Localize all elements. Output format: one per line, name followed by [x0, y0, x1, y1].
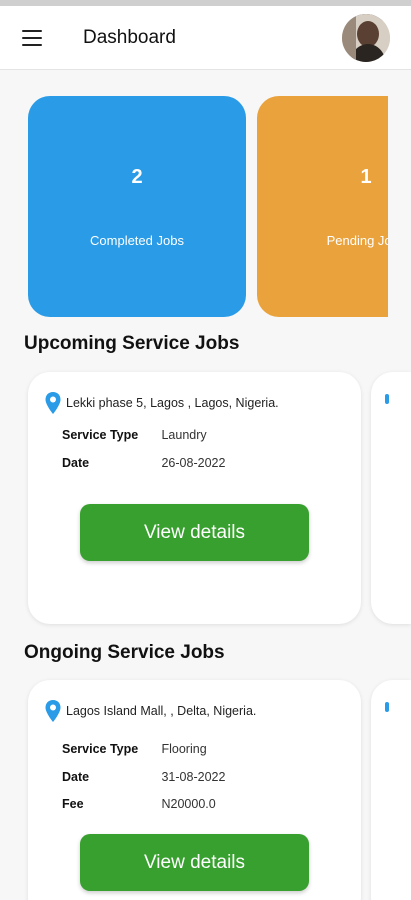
upcoming-section-title: Upcoming Service Jobs	[24, 333, 240, 354]
location-pin-icon	[385, 394, 389, 404]
hamburger-menu-icon[interactable]	[22, 30, 44, 48]
fee-row: Fee N20000.0	[62, 797, 216, 811]
completed-jobs-card[interactable]: 2 Completed Jobs	[28, 96, 246, 317]
location-text: Lekki phase 5, Lagos , Lagos, Nigeria.	[66, 396, 279, 410]
view-details-button[interactable]: View details	[80, 504, 309, 561]
date-value: 31-08-2022	[161, 770, 226, 784]
job-location: Lagos Island Mall, , Delta, Nigeria.	[44, 699, 256, 723]
date-row: Date 26-08-2022	[62, 456, 225, 470]
ongoing-job-card[interactable]: Lagos Island Mall, , Delta, Nigeria. Ser…	[28, 680, 361, 900]
date-label: Date	[62, 770, 90, 784]
user-avatar[interactable]	[342, 14, 390, 62]
page-title: Dashboard	[83, 27, 176, 48]
service-type-row: Service Type Laundry	[62, 428, 207, 442]
next-ongoing-job-card[interactable]	[371, 680, 411, 900]
upcoming-job-card[interactable]: Lekki phase 5, Lagos , Lagos, Nigeria. S…	[28, 372, 361, 624]
service-type-value: Flooring	[161, 742, 207, 756]
pending-jobs-label: Pending Jobs	[326, 233, 388, 248]
date-value: 26-08-2022	[161, 456, 226, 470]
view-details-button[interactable]: View details	[80, 834, 309, 891]
date-label: Date	[62, 456, 90, 470]
completed-jobs-count: 2	[131, 166, 143, 188]
service-type-value: Laundry	[161, 428, 207, 442]
location-text: Lagos Island Mall, , Delta, Nigeria.	[66, 704, 257, 718]
job-location: Lekki phase 5, Lagos , Lagos, Nigeria.	[44, 391, 279, 415]
location-pin-icon	[45, 700, 61, 722]
next-upcoming-job-card[interactable]	[371, 372, 411, 624]
fee-value: N20000.0	[161, 797, 216, 811]
location-pin-icon	[45, 392, 61, 414]
app-bar: Dashboard	[0, 6, 411, 70]
fee-label: Fee	[62, 797, 84, 811]
date-row: Date 31-08-2022	[62, 770, 225, 784]
ongoing-section-title: Ongoing Service Jobs	[24, 642, 225, 663]
pending-jobs-card[interactable]: 1 Pending Jobs	[257, 96, 388, 317]
location-pin-icon	[385, 702, 389, 712]
stats-carousel[interactable]: 2 Completed Jobs 1 Pending Jobs	[0, 96, 388, 318]
completed-jobs-label: Completed Jobs	[90, 233, 184, 248]
service-type-label: Service Type	[62, 428, 139, 442]
service-type-row: Service Type Flooring	[62, 742, 207, 756]
pending-jobs-count: 1	[360, 166, 372, 188]
service-type-label: Service Type	[62, 742, 139, 756]
